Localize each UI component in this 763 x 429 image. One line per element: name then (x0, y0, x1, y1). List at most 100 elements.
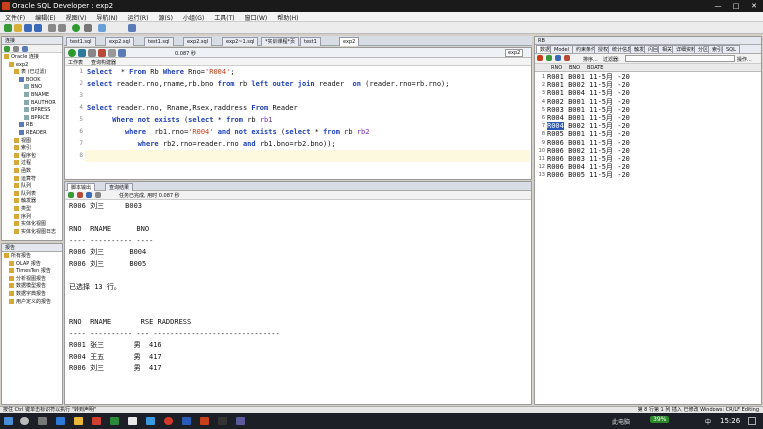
tab-worksheet[interactable]: 工作表 (68, 59, 83, 66)
grid-cell[interactable]: R005 (547, 130, 564, 138)
sql-icon[interactable] (98, 24, 106, 32)
table-detail-tab[interactable]: Model (550, 45, 574, 53)
table-row[interactable]: R002 B001 11-5月 -20 (547, 98, 630, 106)
table-row[interactable]: R006 B004 11-5月 -20 (547, 163, 630, 171)
explain-plan-icon[interactable] (118, 49, 126, 57)
grid-cell[interactable]: R002 (547, 98, 564, 106)
grid-cell[interactable]: B001 (568, 114, 585, 122)
table-row[interactable]: R005 B001 11-5月 -20 (547, 130, 630, 138)
grid-cell[interactable]: R006 (547, 163, 564, 171)
run-icon[interactable] (72, 24, 80, 32)
grid-cell[interactable]: 11-5月 -20 (589, 106, 630, 114)
grid-cell[interactable]: B003 (568, 155, 585, 163)
chrome-icon[interactable] (164, 417, 173, 425)
grid-cell[interactable]: 11-5月 -20 (589, 89, 630, 97)
grid-cell[interactable]: R006 (547, 139, 564, 147)
grid-cell[interactable]: 11-5月 -20 (589, 171, 630, 179)
minimize-button[interactable]: — (709, 0, 727, 12)
editor-tab[interactable]: exp2.sql (183, 37, 213, 46)
word-icon[interactable] (182, 417, 191, 425)
autotrace-icon[interactable] (108, 49, 116, 57)
save-output-icon[interactable] (86, 192, 92, 198)
reports-tree-item[interactable]: 用户定义的报告 (9, 298, 51, 306)
editor-tab[interactable]: exp2~1.sql (222, 37, 259, 46)
redo-icon[interactable] (58, 24, 66, 32)
grid-cell[interactable]: R001 (547, 73, 564, 81)
grid-cell[interactable]: B001 (568, 98, 585, 106)
grid-cell[interactable]: R001 (547, 81, 564, 89)
grid-cell[interactable]: 11-5月 -20 (589, 122, 630, 130)
pin-grid-icon[interactable] (537, 55, 543, 61)
grid-cell[interactable]: B005 (568, 171, 585, 179)
table-row[interactable]: R003 B001 11-5月 -20 (547, 106, 630, 114)
save-icon[interactable] (24, 24, 32, 32)
grid-cell[interactable]: B002 (568, 122, 585, 130)
find-icon[interactable] (128, 24, 136, 32)
tray-pc-label[interactable]: 此电脑 (612, 417, 630, 426)
grid-cell[interactable]: 11-5月 -20 (589, 81, 630, 89)
table-row[interactable]: R001 B002 11-5月 -20 (547, 81, 630, 89)
column-header-bno[interactable]: BNO (569, 65, 580, 71)
clear-output-icon[interactable] (77, 192, 83, 198)
actions-button[interactable]: 操作... (737, 56, 752, 63)
grid-cell[interactable]: B001 (568, 130, 585, 138)
grid-cell[interactable]: 11-5月 -20 (589, 163, 630, 171)
task-view-icon[interactable] (38, 417, 47, 425)
editor-tab[interactable]: test1 (300, 37, 321, 46)
connections-tree-item[interactable]: 实体化视图日志 (14, 228, 56, 236)
code-editor[interactable]: 1 Select * From Rb Where Rno='R004'; 2 sele… (65, 66, 531, 179)
table-row[interactable]: R006 B005 11-5月 -20 (547, 171, 630, 179)
table-row[interactable]: R006 B001 11-5月 -20 (547, 139, 630, 147)
refresh-icon[interactable] (13, 46, 19, 52)
run-script-icon[interactable] (78, 49, 86, 57)
battery-indicator[interactable]: 39% (650, 416, 670, 423)
editor-tab[interactable]: test1.sql (144, 37, 174, 46)
grid-cell[interactable]: R006 (547, 147, 564, 155)
input-language[interactable]: 中 (705, 417, 711, 426)
table-detail-tab[interactable]: SQL (722, 45, 740, 53)
grid-cell[interactable]: 11-5月 -20 (589, 114, 630, 122)
filter-input[interactable] (625, 55, 735, 62)
edge-icon[interactable] (56, 417, 65, 425)
save-all-icon[interactable] (34, 24, 42, 32)
editor-tab[interactable]: test1.sql (66, 37, 96, 46)
run-statement-icon[interactable] (68, 49, 76, 57)
grid-cell[interactable]: B001 (568, 139, 585, 147)
commit-icon[interactable] (88, 49, 96, 57)
pin-icon[interactable] (68, 192, 74, 198)
sort-button[interactable]: 排序... (583, 56, 598, 63)
grid-cell[interactable]: R003 (547, 106, 564, 114)
delete-row-icon[interactable] (564, 55, 570, 61)
grid-cell[interactable]: R006 (547, 171, 564, 179)
filter-icon[interactable] (22, 46, 28, 52)
editor-tab[interactable]: *实训课程*页 (261, 37, 300, 46)
grid-cell[interactable]: R001 (547, 89, 564, 97)
editor-tab[interactable]: exp2 (339, 37, 360, 46)
editor-tab[interactable]: exp2.sql (105, 37, 135, 46)
maximize-button[interactable]: □ (727, 0, 745, 12)
column-header-rno[interactable]: RNO (551, 65, 562, 71)
print-icon[interactable] (95, 192, 101, 198)
table-row[interactable]: R001 B004 11-5月 -20 (547, 89, 630, 97)
grid-cell[interactable]: R004 (547, 114, 564, 122)
store-icon[interactable] (128, 417, 137, 425)
app-icon-green[interactable] (110, 417, 119, 425)
table-row[interactable]: R006 B002 11-5月 -20 (547, 147, 630, 155)
debug-icon[interactable] (84, 24, 92, 32)
grid-cell[interactable]: 11-5月 -20 (589, 73, 630, 81)
grid-cell[interactable]: 11-5月 -20 (589, 155, 630, 163)
clock[interactable]: 15:26 (720, 417, 740, 425)
grid-cell[interactable]: 11-5月 -20 (589, 139, 630, 147)
add-connection-icon[interactable] (4, 46, 10, 52)
table-row[interactable]: R006 B003 11-5月 -20 (547, 155, 630, 163)
notifications-icon[interactable] (748, 417, 756, 425)
terminal-icon[interactable] (218, 417, 227, 425)
table-row[interactable]: R004 B002 11-5月 -20 (547, 122, 630, 131)
grid-cell[interactable]: 11-5月 -20 (589, 98, 630, 106)
new-icon[interactable] (4, 24, 12, 32)
grid-cell[interactable]: R006 (547, 155, 564, 163)
grid-cell[interactable]: B004 (568, 89, 585, 97)
tab-query-builder[interactable]: 查询构建器 (91, 59, 116, 66)
undo-icon[interactable] (48, 24, 56, 32)
open-icon[interactable] (14, 24, 22, 32)
